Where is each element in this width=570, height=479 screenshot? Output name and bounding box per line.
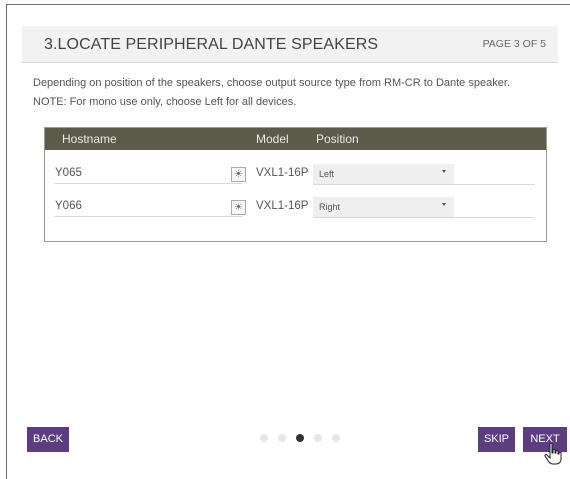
- page-title: 3.LOCATE PERIPHERAL DANTE SPEAKERS: [44, 36, 379, 53]
- row-divider: [313, 217, 535, 218]
- pager-dot[interactable]: [260, 434, 268, 442]
- column-header-model: Model: [256, 132, 289, 146]
- position-select[interactable]: Right: [313, 197, 454, 217]
- position-value: Left: [319, 169, 335, 179]
- pager-dot[interactable]: [332, 434, 340, 442]
- row-divider: [313, 184, 535, 185]
- pager-dot-active[interactable]: [296, 434, 304, 442]
- sun-icon[interactable]: ☀: [231, 167, 246, 182]
- hostname-cell: Y065: [55, 167, 242, 184]
- pager-dot[interactable]: [278, 434, 286, 442]
- speaker-table: Hostname Model Position Y065 ☀ VXL1-16P …: [44, 127, 547, 242]
- chevron-down-icon: [442, 170, 446, 173]
- pager-dot[interactable]: [314, 434, 322, 442]
- column-header-position: Position: [316, 132, 359, 146]
- column-header-hostname: Hostname: [62, 132, 117, 146]
- position-select[interactable]: Left: [313, 164, 454, 184]
- hostname-cell: Y066: [55, 200, 242, 217]
- sun-icon[interactable]: ☀: [231, 200, 246, 215]
- chevron-down-icon: [442, 203, 446, 206]
- instructions: Depending on position of the speakers, c…: [33, 74, 553, 112]
- table-row: Y065 ☀ VXL1-16P Left: [45, 164, 545, 188]
- skip-button[interactable]: SKIP: [478, 427, 515, 452]
- note-line: NOTE: For mono use only, choose Left for…: [33, 96, 297, 108]
- page-indicator: PAGE 3 OF 5: [482, 38, 546, 50]
- instruction-line: Depending on position of the speakers, c…: [33, 77, 510, 89]
- position-value: Right: [319, 202, 341, 212]
- model-cell: VXL1-16P: [256, 167, 309, 179]
- table-row: Y066 ☀ VXL1-16P Right: [45, 197, 545, 221]
- hand-cursor-icon: [544, 442, 562, 465]
- table-header: Hostname Model Position: [45, 128, 546, 150]
- wizard-header: 3.LOCATE PERIPHERAL DANTE SPEAKERS PAGE …: [22, 26, 558, 63]
- back-button[interactable]: BACK: [27, 427, 69, 452]
- model-cell: VXL1-16P: [256, 200, 309, 212]
